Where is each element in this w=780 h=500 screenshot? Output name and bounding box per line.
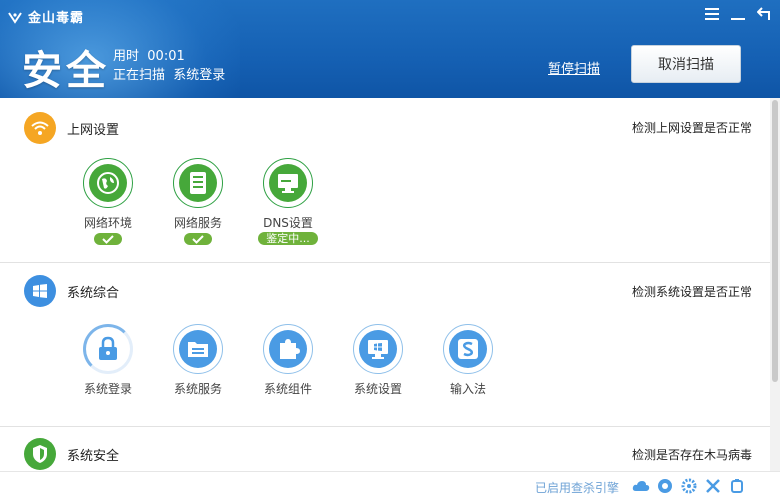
server-icon: [179, 164, 217, 202]
window-controls: [704, 6, 772, 22]
item-label: 系统服务: [173, 382, 222, 396]
windows-logo-icon: [24, 275, 56, 307]
footer-engine-icons: [632, 477, 746, 495]
check-item-network-env[interactable]: 网络环境: [63, 158, 153, 245]
tools-icon[interactable]: [704, 477, 722, 495]
gear-engine-icon[interactable]: [680, 477, 698, 495]
app-name: 金山毒霸: [28, 11, 85, 26]
back-icon[interactable]: [756, 6, 772, 22]
section-desc: 检测上网设置是否正常: [631, 121, 752, 135]
app-logo: 金山毒霸: [8, 7, 84, 26]
puzzle-icon: [269, 330, 307, 368]
item-label: 系统设置: [353, 382, 402, 396]
monitor-icon: [269, 164, 307, 202]
repair-icon[interactable]: [728, 477, 746, 495]
check-item-system-service[interactable]: 系统服务: [153, 324, 243, 397]
check-item-dns[interactable]: DNS设置 鉴定中...: [243, 158, 333, 245]
input-method-icon: [449, 330, 487, 368]
section-title: 上网设置: [67, 122, 120, 138]
kingsoft-logo-icon: [8, 11, 22, 24]
section-system: 系统综合 检测系统设置是否正常 系统登录 系统服务 系统组件 系统设置 输入法: [0, 263, 770, 426]
check-item-input-method[interactable]: 输入法: [423, 324, 513, 397]
engine-status-text: 已启用查杀引擎: [535, 481, 620, 495]
time-label: 用时: [113, 49, 140, 64]
section-desc: 检测是否存在木马病毒: [631, 448, 752, 462]
minimize-icon[interactable]: [730, 6, 746, 22]
header-banner: 金山毒霸 安全 用时 00:01 正在扫描 系统登录 暂停扫描 取消扫描: [0, 0, 780, 98]
check-item-system-component[interactable]: 系统组件: [243, 324, 333, 397]
section-desc: 检测系统设置是否正常: [631, 285, 752, 299]
section-security: 系统安全 检测是否存在木马病毒: [0, 427, 770, 471]
wifi-icon: [24, 112, 56, 144]
folder-icon: [179, 330, 217, 368]
item-label: 网络环境: [83, 216, 132, 230]
item-label: 网络服务: [173, 216, 222, 230]
checkmark-icon: [184, 233, 212, 245]
status-prefix: 正在扫描: [113, 68, 166, 83]
item-label: DNS设置: [263, 216, 313, 230]
check-item-system-settings[interactable]: 系统设置: [333, 324, 423, 397]
section-system-head: 系统综合: [24, 275, 119, 307]
item-label: 系统组件: [263, 382, 312, 396]
desktop-monitor-icon: [359, 330, 397, 368]
check-item-system-login[interactable]: 系统登录: [63, 324, 153, 397]
shield-icon: [24, 438, 56, 470]
security-state: 安全: [22, 48, 110, 94]
cancel-scan-button[interactable]: 取消扫描: [631, 45, 741, 83]
scan-progress-ring: [83, 324, 133, 374]
lock-icon: [89, 330, 127, 368]
footer-bar: 已启用查杀引擎: [0, 471, 780, 500]
time-value: 00:01: [147, 49, 185, 64]
status-target: 系统登录: [173, 68, 226, 83]
section-title: 系统综合: [67, 285, 120, 301]
vertical-scrollbar[interactable]: [770, 98, 780, 471]
globe-icon: [89, 164, 127, 202]
pause-scan-link[interactable]: 暂停扫描: [548, 58, 600, 77]
checking-badge: 鉴定中...: [258, 232, 318, 245]
section-network: 上网设置 检测上网设置是否正常 网络环境 网络服务 DNS设置 鉴定中...: [0, 98, 770, 262]
engine-b-icon[interactable]: [656, 477, 674, 495]
item-label: 系统登录: [83, 382, 132, 396]
check-item-network-service[interactable]: 网络服务: [153, 158, 243, 245]
item-label: 输入法: [449, 382, 486, 396]
section-title: 系统安全: [67, 448, 120, 464]
menu-icon[interactable]: [704, 6, 720, 22]
checkmark-icon: [94, 233, 122, 245]
section-security-head: 系统安全: [24, 438, 119, 470]
scrollbar-thumb[interactable]: [772, 100, 778, 382]
scan-time: 用时 00:01: [113, 45, 185, 64]
scan-status: 正在扫描 系统登录: [113, 64, 225, 83]
cloud-icon[interactable]: [632, 477, 650, 495]
section-network-head: 上网设置: [24, 112, 119, 144]
